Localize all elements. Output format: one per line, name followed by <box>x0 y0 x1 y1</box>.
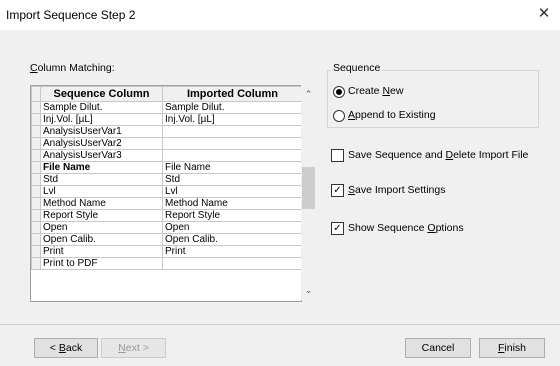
sequence-column-cell: Open Calib. <box>40 233 163 246</box>
row-header[interactable] <box>31 257 41 270</box>
row-header[interactable] <box>31 113 41 126</box>
save-delete-checkbox[interactable] <box>331 149 344 162</box>
show-sequence-options-label[interactable]: Show Sequence Options <box>348 222 464 234</box>
sequence-column-cell: Report Style <box>40 209 163 222</box>
row-header[interactable] <box>31 233 41 246</box>
table-row[interactable]: Open Open <box>31 221 301 234</box>
table-row[interactable]: AnalysisUserVar1 <box>31 125 301 138</box>
sequence-column-cell: Inj.Vol. [µL] <box>40 113 163 126</box>
create-new-radio[interactable] <box>333 86 345 98</box>
imported-column-cell[interactable]: Report Style <box>162 209 301 222</box>
row-header-corner <box>31 86 41 102</box>
sequence-group-label: Sequence <box>331 62 383 74</box>
finish-mnemonic: F <box>497 342 505 354</box>
window-title: Import Sequence Step 2 <box>6 8 136 22</box>
append-existing-label[interactable]: Append to Existing <box>348 109 436 121</box>
grid-body: Sample Dilut. Sample Dilut. Inj.Vol. [µL] I… <box>31 101 301 270</box>
show-sequence-options-checkbox[interactable]: ✓ <box>331 222 344 235</box>
row-header[interactable] <box>31 197 41 210</box>
delete-mnemonic: D <box>445 149 454 161</box>
row-header[interactable] <box>31 221 41 234</box>
column-matching-rest: olumn Matching: <box>37 62 115 74</box>
save-import-settings-checkbox[interactable]: ✓ <box>331 184 344 197</box>
imported-column-cell[interactable]: Open <box>162 221 301 234</box>
row-header[interactable] <box>31 125 41 138</box>
row-header[interactable] <box>31 173 41 186</box>
cancel-button[interactable]: Cancel <box>405 338 471 358</box>
imported-column-cell[interactable]: Std <box>162 173 301 186</box>
table-row[interactable]: AnalysisUserVar2 <box>31 137 301 150</box>
table-row[interactable]: Std Std <box>31 173 301 186</box>
table-row[interactable]: Sample Dilut. Sample Dilut. <box>31 101 301 114</box>
scroll-thumb[interactable] <box>302 167 315 209</box>
imported-column-cell[interactable]: Print <box>162 245 301 258</box>
imported-column-cell[interactable]: Sample Dilut. <box>162 101 301 114</box>
table-row[interactable]: Method Name Method Name <box>31 197 301 210</box>
column-matching-label: Column Matching: <box>30 62 115 74</box>
close-icon[interactable]: ✕ <box>534 4 554 24</box>
sequence-column-cell: Std <box>40 173 163 186</box>
save-delete-label[interactable]: Save Sequence and Delete Import File <box>348 149 528 161</box>
imported-column-cell[interactable] <box>162 137 301 150</box>
create-new-label[interactable]: Create New <box>348 85 403 97</box>
column-matching-table: Sequence Column Imported Column Sample D… <box>31 86 301 270</box>
table-row[interactable]: Open Calib. Open Calib. <box>31 233 301 246</box>
row-header[interactable] <box>31 101 41 114</box>
sequence-column-cell: Print <box>40 245 163 258</box>
options-mnemonic: O <box>427 222 436 234</box>
grid-header-row: Sequence Column Imported Column <box>31 86 301 102</box>
sequence-column-cell: Lvl <box>40 185 163 198</box>
imported-column-cell[interactable]: Method Name <box>162 197 301 210</box>
imported-column-cell[interactable] <box>162 257 301 270</box>
append-mnemonic: A <box>348 109 356 121</box>
row-header[interactable] <box>31 149 41 162</box>
imported-column-cell[interactable]: Open Calib. <box>162 233 301 246</box>
next-button[interactable]: Next > <box>101 338 166 358</box>
sequence-column-cell: File Name <box>40 161 163 174</box>
imported-column-cell[interactable] <box>162 125 301 138</box>
back-mnemonic: B <box>58 342 66 354</box>
imported-column-cell[interactable]: Inj.Vol. [µL] <box>162 113 301 126</box>
sequence-column-cell: AnalysisUserVar3 <box>40 149 163 162</box>
save-mnemonic: S <box>348 184 356 196</box>
row-header[interactable] <box>31 137 41 150</box>
table-row[interactable]: File Name File Name <box>31 161 301 174</box>
create-new-mnemonic: N <box>382 85 391 97</box>
column-matching-grid[interactable]: Sequence Column Imported Column Sample D… <box>30 85 302 302</box>
sequence-column-cell: AnalysisUserVar1 <box>40 125 163 138</box>
table-row[interactable]: Report Style Report Style <box>31 209 301 222</box>
table-row[interactable]: AnalysisUserVar3 <box>31 149 301 162</box>
row-header[interactable] <box>31 161 41 174</box>
table-row[interactable]: Lvl Lvl <box>31 185 301 198</box>
sequence-column-cell: AnalysisUserVar2 <box>40 137 163 150</box>
row-header[interactable] <box>31 209 41 222</box>
button-separator <box>0 324 560 325</box>
imported-column-cell[interactable]: File Name <box>162 161 301 174</box>
scroll-up-icon[interactable]: ⌃ <box>301 87 316 102</box>
column-matching-mnemonic: C <box>30 62 38 74</box>
sequence-column-cell: Sample Dilut. <box>40 101 163 114</box>
header-sequence-column[interactable]: Sequence Column <box>40 86 163 102</box>
back-button[interactable]: < Back <box>34 338 98 358</box>
sequence-column-cell: Open <box>40 221 163 234</box>
sequence-column-cell: Print to PDF <box>40 257 163 270</box>
save-import-settings-label[interactable]: Save Import Settings <box>348 184 445 196</box>
table-row[interactable]: Print Print <box>31 245 301 258</box>
table-row[interactable]: Inj.Vol. [µL] Inj.Vol. [µL] <box>31 113 301 126</box>
title-bar: Import Sequence Step 2 ✕ <box>0 0 560 30</box>
row-header[interactable] <box>31 245 41 258</box>
finish-button[interactable]: Finish <box>479 338 545 358</box>
row-header[interactable] <box>31 185 41 198</box>
sequence-column-cell: Method Name <box>40 197 163 210</box>
imported-column-cell[interactable]: Lvl <box>162 185 301 198</box>
imported-column-cell[interactable] <box>162 149 301 162</box>
header-imported-column[interactable]: Imported Column <box>162 86 301 102</box>
scroll-down-icon[interactable]: ⌄ <box>301 283 316 298</box>
append-existing-radio[interactable] <box>333 110 345 122</box>
grid-scrollbar[interactable]: ⌃ ⌄ <box>301 85 316 300</box>
next-mnemonic: N <box>118 342 126 354</box>
table-row[interactable]: Print to PDF <box>31 257 301 270</box>
